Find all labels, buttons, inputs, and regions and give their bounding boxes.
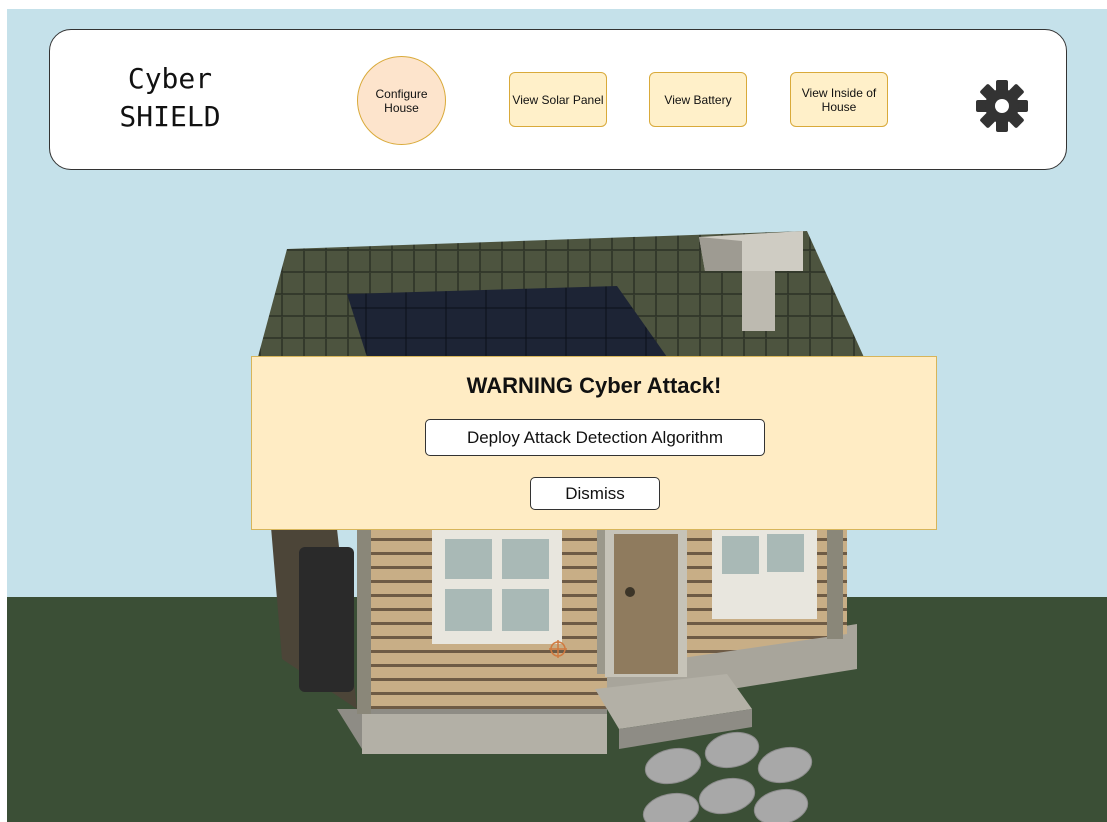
view-battery-button[interactable]: View Battery [649,72,747,127]
deploy-detection-button[interactable]: Deploy Attack Detection Algorithm [425,419,765,456]
top-navigation-bar: Cyber SHIELD Configure House View Solar … [49,29,1067,170]
logo-line-2: SHIELD [119,100,221,133]
window-right-pane-1 [722,536,759,574]
chimney-cap-side [699,237,742,271]
corner-trim-left [357,519,371,714]
chimney [742,261,775,331]
app-canvas: Cyber SHIELD Configure House View Solar … [7,9,1107,822]
gear-icon[interactable] [974,78,1030,134]
app-logo: Cyber SHIELD [90,60,250,136]
dismiss-button[interactable]: Dismiss [530,477,660,510]
window-left-pane-2 [502,539,549,579]
warning-title: WARNING Cyber Attack! [466,373,722,398]
ac-unit [299,547,354,692]
view-solar-panel-button[interactable]: View Solar Panel [509,72,607,127]
stepping-stones [642,731,813,822]
door-knob [625,587,635,597]
configure-house-button[interactable]: Configure House [357,56,446,145]
cyber-attack-warning-dialog: WARNING Cyber Attack! Deploy Attack Dete… [251,356,937,530]
window-right-pane-2 [767,534,804,572]
window-left-pane-1 [445,539,492,579]
house-foundation-front [362,714,607,754]
logo-line-1: Cyber [127,62,213,95]
window-left-pane-4 [502,589,549,631]
window-left-pane-3 [445,589,492,631]
view-inside-house-button[interactable]: View Inside of House [790,72,888,127]
solar-panel [347,286,667,357]
front-door [614,534,678,674]
